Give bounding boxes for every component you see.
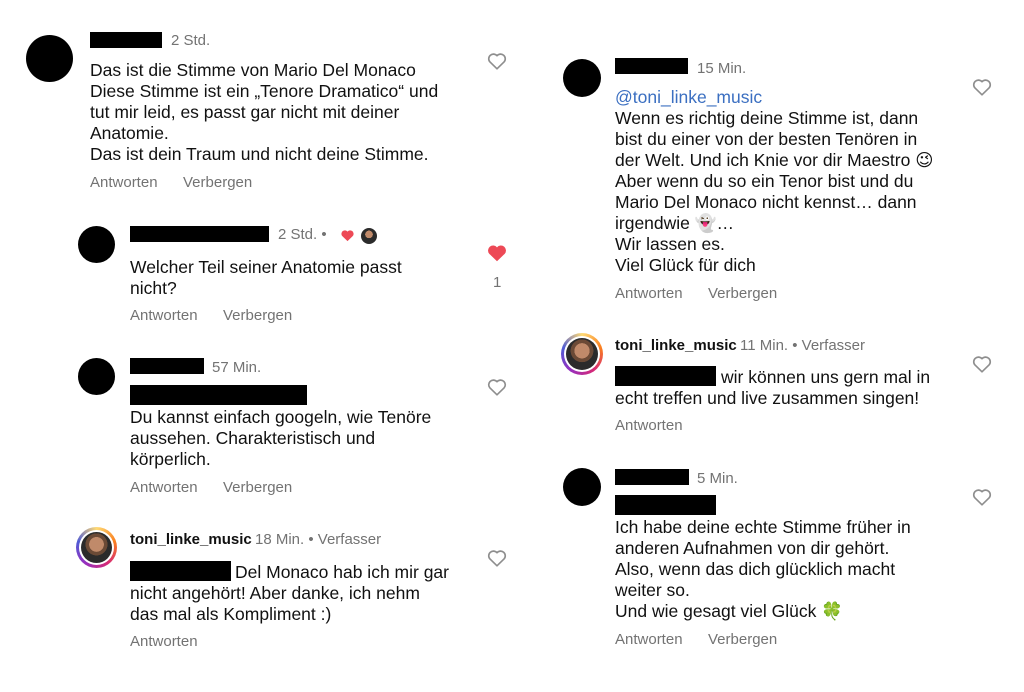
heart-outline-icon[interactable]: [971, 353, 993, 375]
mention-link[interactable]: @toni_linke_music: [615, 87, 762, 108]
avatar[interactable]: [563, 468, 601, 506]
reply-button[interactable]: Antworten: [615, 285, 683, 302]
like-count: 1: [493, 274, 502, 291]
comment-text: Das ist die Stimme von Mario Del Monaco …: [90, 60, 439, 164]
heart-filled-icon[interactable]: [486, 242, 508, 264]
comment-text: Welcher Teil seiner Anatomie passt nicht…: [130, 257, 402, 298]
comment-text-line1: Del Monaco hab ich mir gar: [235, 562, 449, 582]
heart-outline-icon[interactable]: [486, 376, 508, 398]
hide-button[interactable]: Verbergen: [183, 174, 252, 191]
username[interactable]: toni_linke_music: [615, 337, 737, 354]
username[interactable]: toni_linke_music: [130, 531, 252, 548]
comment-time: 57 Min.: [212, 359, 262, 376]
comment-time: 15 Min.: [697, 60, 747, 77]
redacted-username: [615, 469, 689, 485]
reply-button[interactable]: Antworten: [90, 174, 158, 191]
avatar[interactable]: [26, 35, 73, 82]
author-avatar-icon: [361, 228, 377, 244]
reply-button[interactable]: Antworten: [130, 307, 198, 324]
comment-text-line1: wir können uns gern mal in: [721, 367, 931, 387]
avatar[interactable]: [78, 226, 115, 263]
avatar[interactable]: [78, 358, 115, 395]
comment-text: nicht angehört! Aber danke, ich nehm das…: [130, 583, 420, 624]
comment-time: 2 Std. •: [278, 226, 327, 243]
heart-outline-icon[interactable]: [971, 76, 993, 98]
heart-outline-icon[interactable]: [971, 486, 993, 508]
comment-text: echt treffen und live zusammen singen!: [615, 388, 920, 408]
reply-button[interactable]: Antworten: [130, 633, 198, 650]
hide-button[interactable]: Verbergen: [223, 479, 292, 496]
comment-time: 5 Min.: [697, 470, 738, 487]
heart-outline-icon[interactable]: [486, 50, 508, 72]
reply-button[interactable]: Antworten: [130, 479, 198, 496]
redacted-mention: [615, 495, 716, 515]
reply-button[interactable]: Antworten: [615, 417, 683, 434]
author-avatar[interactable]: [561, 333, 603, 375]
author-avatar[interactable]: [76, 527, 117, 568]
redacted-username: [90, 32, 162, 48]
hide-button[interactable]: Verbergen: [708, 285, 777, 302]
redacted-mention: [615, 366, 716, 386]
redacted-username: [130, 226, 269, 242]
comment-time: 11 Min. • Verfasser: [740, 337, 866, 354]
redacted-mention: [130, 385, 307, 405]
redacted-username: [130, 358, 204, 374]
redacted-username: [615, 58, 688, 74]
comment-text: Du kannst einfach googeln, wie Tenöre au…: [130, 407, 432, 469]
redacted-mention: [130, 561, 231, 581]
comment-time: 18 Min. • Verfasser: [255, 531, 382, 548]
comment-time: 2 Std.: [171, 32, 211, 49]
heart-outline-icon[interactable]: [486, 547, 508, 569]
comment-text: Wenn es richtig deine Stimme ist, dann b…: [615, 108, 934, 275]
avatar[interactable]: [563, 59, 601, 97]
author-liked-heart-icon: [341, 230, 354, 242]
reply-button[interactable]: Antworten: [615, 631, 683, 648]
hide-button[interactable]: Verbergen: [223, 307, 292, 324]
comment-text: Ich habe deine echte Stimme früher in an…: [615, 517, 911, 621]
hide-button[interactable]: Verbergen: [708, 631, 777, 648]
